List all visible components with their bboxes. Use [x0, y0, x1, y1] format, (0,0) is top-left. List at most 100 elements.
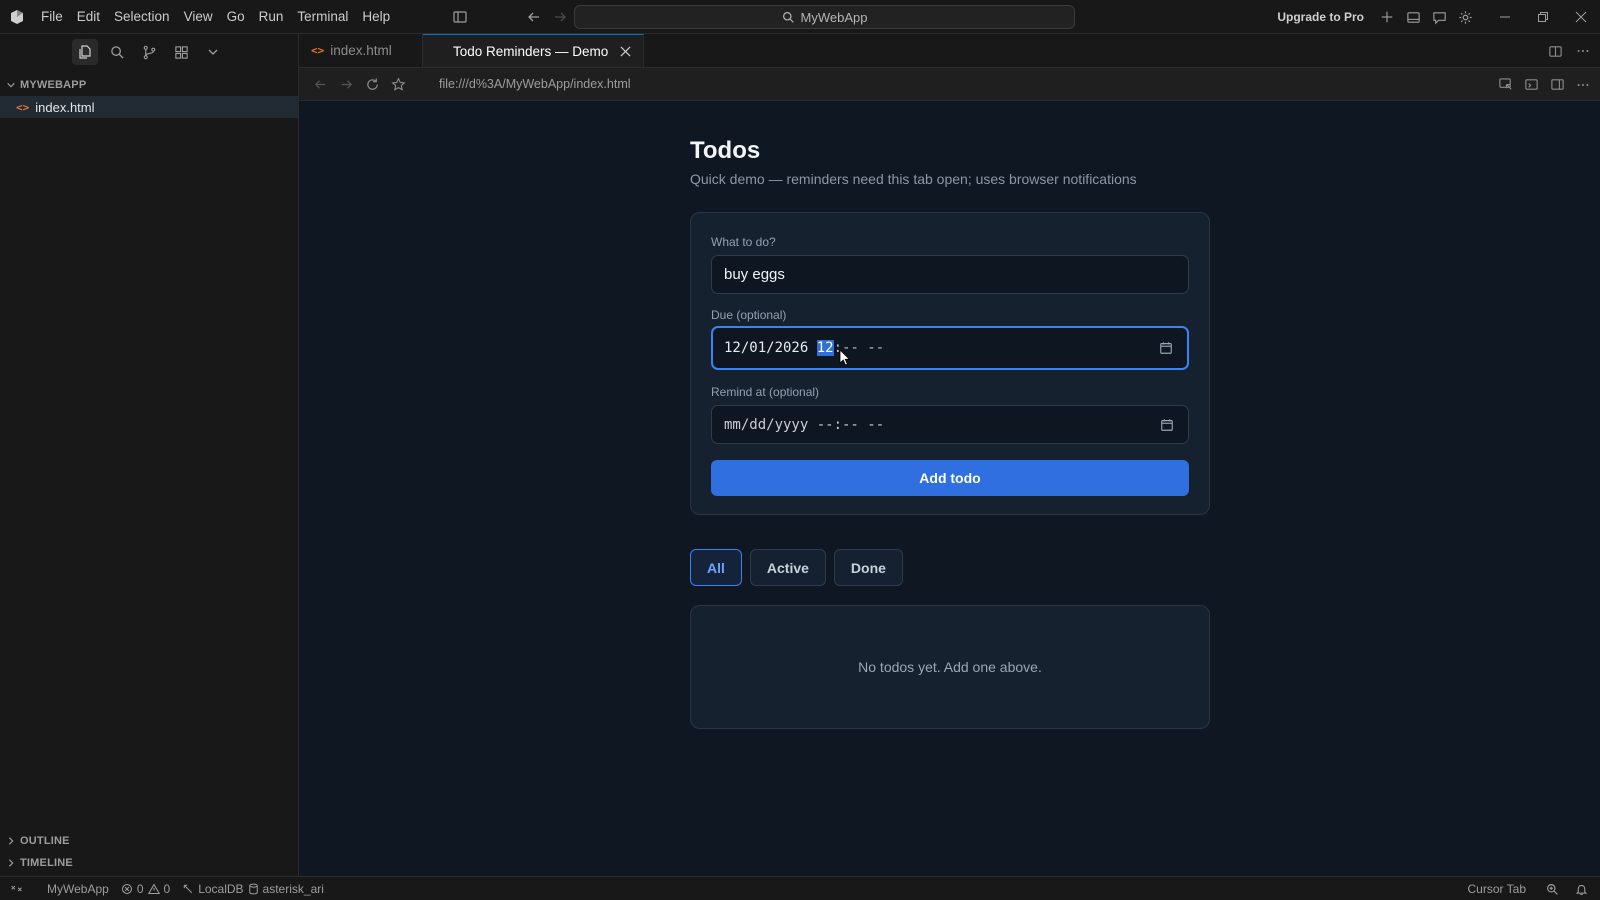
browser-back-icon[interactable]	[307, 71, 333, 97]
remote-indicator-icon[interactable]	[0, 882, 29, 895]
menu-edit[interactable]: Edit	[70, 0, 107, 34]
tab-index-html[interactable]: <> index.html	[299, 34, 423, 67]
menu-selection[interactable]: Selection	[107, 0, 177, 34]
editor-area: <> index.html Todo Reminders — Demo file…	[299, 34, 1600, 876]
due-datetime-input[interactable]: 12/01/2026 12 :-- --	[711, 326, 1189, 370]
reload-icon[interactable]	[359, 71, 385, 97]
file-name: index.html	[35, 99, 95, 115]
html-file-icon: <>	[16, 100, 30, 114]
url-field[interactable]: file:///d%3A/MyWebApp/index.html	[439, 77, 631, 91]
browser-forward-icon[interactable]	[333, 71, 359, 97]
restore-icon[interactable]	[1524, 0, 1562, 34]
menu-help[interactable]: Help	[355, 0, 397, 34]
connection-icon	[182, 883, 194, 895]
menu-go[interactable]: Go	[220, 0, 252, 34]
todo-input[interactable]: buy eggs	[711, 255, 1189, 294]
new-chat-icon[interactable]	[1374, 4, 1400, 30]
calendar-icon[interactable]	[1160, 418, 1174, 432]
menu-bar: File Edit Selection View Go Run Terminal…	[34, 0, 397, 34]
bookmark-star-icon[interactable]	[385, 71, 411, 97]
outline-section[interactable]: OUTLINE	[0, 830, 298, 852]
empty-message: No todos yet. Add one above.	[858, 659, 1042, 675]
settings-gear-icon[interactable]	[1452, 4, 1478, 30]
chevron-down-icon[interactable]	[200, 39, 226, 65]
db-connection[interactable]: LocalDB asterisk_ari	[176, 882, 330, 896]
problems-indicator[interactable]: 0 0	[115, 882, 176, 896]
tab-todo-reminders[interactable]: Todo Reminders — Demo	[423, 34, 645, 67]
error-icon	[121, 883, 133, 895]
filter-done-button[interactable]: Done	[833, 549, 903, 586]
schema-label: asterisk_ari	[262, 881, 324, 896]
source-control-icon[interactable]	[136, 39, 162, 65]
menu-view[interactable]: View	[177, 0, 220, 34]
status-bar: MyWebApp 0 0 LocalDB asterisk_ari Cursor…	[0, 876, 1600, 900]
tab-actions	[1542, 34, 1596, 68]
more-actions-icon[interactable]	[1570, 38, 1596, 64]
upgrade-button[interactable]: Upgrade to Pro	[1277, 10, 1364, 24]
todo-label: What to do?	[711, 235, 776, 249]
db-label: LocalDB	[198, 881, 244, 896]
chevron-right-icon	[6, 858, 16, 868]
sidebar: MYWEBAPP <> index.html OUTLINE TIMELINE	[0, 34, 299, 876]
todo-list-card: No todos yet. Add one above.	[690, 605, 1210, 729]
sidebar-bottom-sections: OUTLINE TIMELINE	[0, 830, 298, 874]
activity-bar	[0, 34, 298, 70]
remind-input-value: mm/dd/yyyy --:-- --	[724, 416, 885, 433]
back-arrow-icon[interactable]	[521, 4, 547, 30]
todo-form-card: What to do? buy eggs Due (optional) 12/0…	[690, 212, 1210, 515]
database-icon	[248, 883, 259, 895]
close-window-icon[interactable]	[1562, 0, 1600, 34]
forward-arrow-icon[interactable]	[547, 4, 573, 30]
page-title: Todos	[690, 137, 761, 164]
page-subtitle: Quick demo — reminders need this tab ope…	[690, 171, 1137, 187]
search-icon[interactable]	[104, 39, 130, 65]
file-item-index-html[interactable]: <> index.html	[0, 96, 298, 118]
html-file-icon: <>	[311, 44, 325, 57]
warning-icon	[147, 882, 160, 895]
tab-label: Todo Reminders — Demo	[453, 43, 609, 59]
status-project[interactable]: MyWebApp	[41, 882, 115, 896]
todo-input-value: buy eggs	[724, 266, 785, 283]
folder-header[interactable]: MYWEBAPP	[0, 74, 298, 96]
timeline-label: TIMELINE	[20, 857, 73, 869]
more-actions-icon[interactable]	[1570, 72, 1596, 98]
due-hour-segment[interactable]: 12	[816, 340, 834, 356]
notifications-bell-icon[interactable]	[1569, 883, 1600, 896]
command-center[interactable]: MyWebApp	[574, 5, 1075, 29]
devtools-icon[interactable]	[1518, 72, 1544, 98]
warning-count: 0	[163, 881, 171, 896]
split-editor-icon[interactable]	[1542, 38, 1568, 64]
explorer-files-icon[interactable]	[72, 39, 98, 65]
menu-file[interactable]: File	[34, 0, 70, 34]
menu-run[interactable]: Run	[252, 0, 291, 34]
mouse-pointer-icon	[839, 349, 851, 366]
calendar-icon[interactable]	[1159, 341, 1173, 355]
remind-datetime-input[interactable]: mm/dd/yyyy --:-- --	[711, 405, 1189, 444]
filter-group: All Active Done	[690, 549, 903, 586]
timeline-section[interactable]: TIMELINE	[0, 852, 298, 874]
status-project-label: MyWebApp	[47, 881, 109, 896]
filter-all-button[interactable]: All	[690, 549, 742, 586]
cursor-tab-status[interactable]: Cursor Tab	[1462, 882, 1540, 896]
outline-label: OUTLINE	[20, 835, 70, 847]
menu-terminal[interactable]: Terminal	[290, 0, 355, 34]
close-tab-icon[interactable]	[620, 45, 631, 57]
title-right-area: Upgrade to Pro	[1277, 0, 1600, 34]
cursor-tab-label: Cursor Tab	[1467, 882, 1526, 896]
chat-icon[interactable]	[1426, 4, 1452, 30]
command-center-text: MyWebApp	[800, 9, 868, 25]
folder-name: MYWEBAPP	[20, 79, 87, 91]
side-panel-icon[interactable]	[1544, 72, 1570, 98]
title-bar: File Edit Selection View Go Run Terminal…	[0, 0, 1600, 34]
minimize-icon[interactable]	[1486, 0, 1524, 34]
filter-active-button[interactable]: Active	[749, 549, 826, 586]
zoom-icon[interactable]	[1540, 883, 1569, 896]
search-icon	[782, 11, 795, 24]
extensions-icon[interactable]	[168, 39, 194, 65]
inspect-element-icon[interactable]	[1492, 72, 1518, 98]
add-todo-button[interactable]: Add todo	[711, 460, 1189, 496]
toggle-panel-icon[interactable]	[1400, 4, 1426, 30]
toggle-sidebar-icon[interactable]	[447, 4, 473, 30]
browser-toolbar-actions	[1492, 68, 1596, 101]
tab-label: index.html	[330, 43, 392, 58]
